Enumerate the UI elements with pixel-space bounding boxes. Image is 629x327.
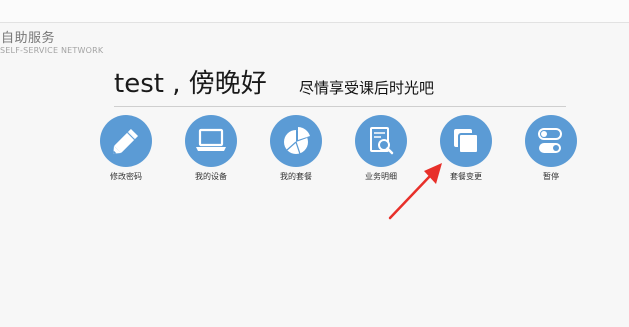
tile-label: 业务明细 bbox=[365, 172, 397, 181]
tile-icon-circle bbox=[185, 115, 237, 167]
tile-icon-circle bbox=[440, 115, 492, 167]
toggle-switch-icon bbox=[538, 128, 562, 153]
tile-label: 修改密码 bbox=[110, 172, 142, 181]
tile-label: 我的套餐 bbox=[280, 172, 312, 181]
tile-icon-circle bbox=[100, 115, 152, 167]
brand-title: 自助服务 bbox=[1, 31, 56, 46]
tile-icon-circle bbox=[270, 115, 322, 167]
tile-icon-circle bbox=[525, 115, 577, 167]
laptop-icon bbox=[196, 128, 226, 151]
tile-label: 我的设备 bbox=[195, 172, 227, 181]
copy-squares-icon bbox=[454, 129, 479, 154]
tile-change-password[interactable]: 修改密码 bbox=[86, 115, 166, 185]
tile-label: 套餐变更 bbox=[450, 172, 482, 181]
greeting-slogan: 尽情享受课后时光吧 bbox=[299, 79, 435, 97]
greeting-text: test , 傍晚好 bbox=[114, 69, 267, 99]
tile-my-plan[interactable]: 我的套餐 bbox=[256, 115, 336, 185]
document-search-icon bbox=[370, 127, 394, 155]
pencil-icon bbox=[113, 128, 139, 154]
pie-chart-icon bbox=[284, 127, 310, 155]
tile-label: 暂停 bbox=[543, 172, 559, 181]
tile-my-devices[interactable]: 我的设备 bbox=[171, 115, 251, 185]
tile-icon-circle bbox=[355, 115, 407, 167]
tile-pause[interactable]: 暂停 bbox=[511, 115, 591, 185]
brand-subtitle: SELF-SERVICE NETWORK bbox=[0, 46, 104, 55]
tile-change-plan[interactable]: 套餐变更 bbox=[426, 115, 506, 185]
tile-business-details[interactable]: 业务明细 bbox=[341, 115, 421, 185]
top-bar bbox=[0, 0, 629, 23]
header-divider bbox=[114, 106, 566, 107]
